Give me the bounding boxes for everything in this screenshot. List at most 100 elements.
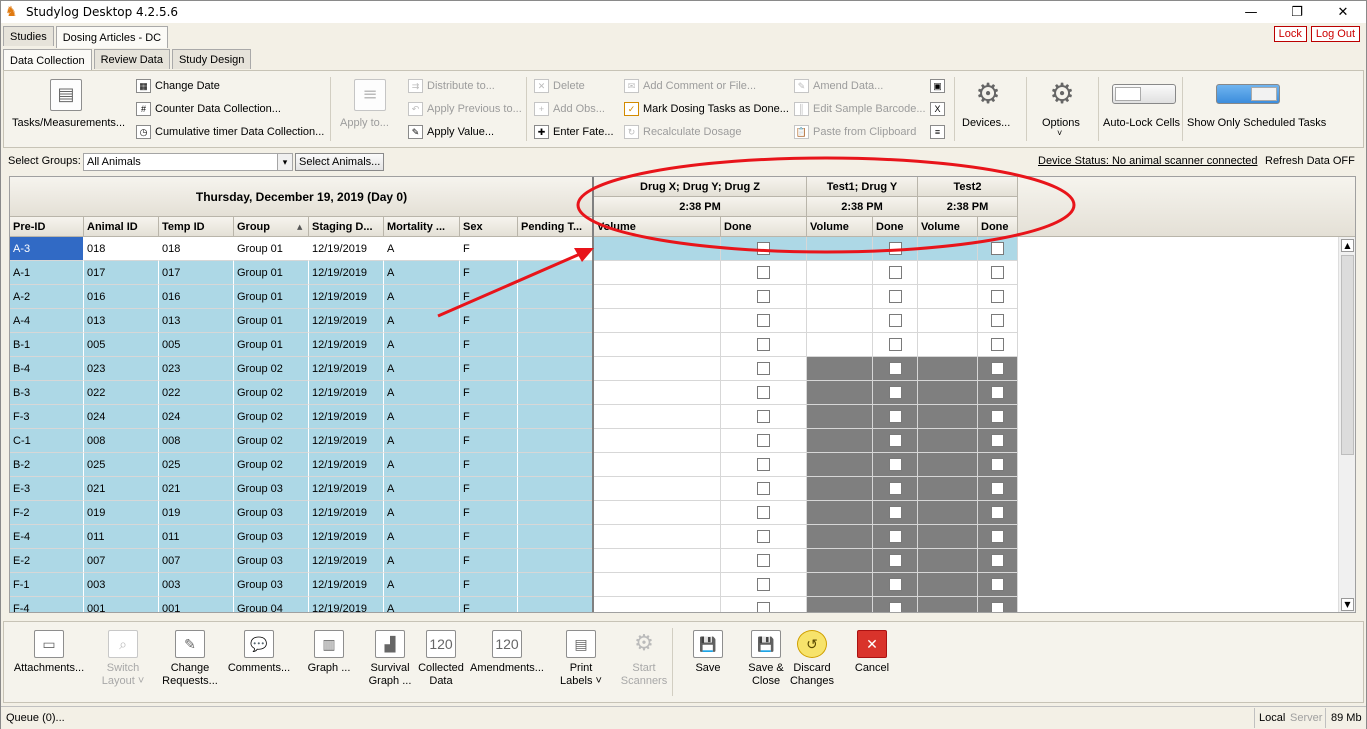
cell-tid[interactable]: 007 <box>159 549 234 573</box>
cell-pre[interactable]: B-4 <box>10 357 84 381</box>
cell-tid[interactable]: 017 <box>159 261 234 285</box>
table-row[interactable]: F-3 024 024 Group 02 12/19/2019 A F <box>10 405 1018 429</box>
done-checkbox[interactable] <box>757 530 770 543</box>
cell-stg[interactable]: 12/19/2019 <box>309 261 384 285</box>
volume-input[interactable] <box>807 405 873 429</box>
volume-input[interactable] <box>918 285 978 309</box>
done-checkbox[interactable] <box>991 242 1004 255</box>
cell-pre[interactable]: A-4 <box>10 309 84 333</box>
volume-input[interactable] <box>594 429 721 453</box>
done-checkbox[interactable] <box>991 530 1004 543</box>
cell-pre[interactable]: B-3 <box>10 381 84 405</box>
volume-column-header[interactable]: Volume <box>807 217 873 237</box>
done-checkbox[interactable] <box>888 242 902 255</box>
cell-pending[interactable] <box>518 333 594 357</box>
change-date-button[interactable]: ▦ Change Date <box>136 79 220 93</box>
recalculate-button[interactable]: ↻ Recalculate Dosage <box>624 125 741 139</box>
done-checkbox[interactable] <box>991 338 1004 351</box>
done-column-header[interactable]: Done <box>978 217 1018 237</box>
cell-sex[interactable]: F <box>460 261 518 285</box>
volume-input[interactable] <box>918 453 978 477</box>
cell-pending[interactable] <box>518 477 594 501</box>
tab-review-data[interactable]: Review Data <box>93 49 170 69</box>
minimize-button[interactable]: — <box>1228 1 1274 23</box>
distribute-button[interactable]: ⇉ Distribute to... <box>408 79 495 93</box>
done-checkbox[interactable] <box>757 410 770 423</box>
volume-input[interactable] <box>807 261 873 285</box>
volume-input[interactable] <box>594 309 721 333</box>
volume-input[interactable] <box>594 381 721 405</box>
cell-mort[interactable]: A <box>384 429 460 453</box>
volume-input[interactable] <box>807 501 873 525</box>
cell-sex[interactable]: F <box>460 237 518 261</box>
cell-pending[interactable] <box>518 261 594 285</box>
cell-mort[interactable]: A <box>384 309 460 333</box>
cell-tid[interactable]: 023 <box>159 357 234 381</box>
done-checkbox[interactable] <box>991 506 1004 519</box>
table-row[interactable]: B-4 023 023 Group 02 12/19/2019 A F <box>10 357 1018 381</box>
tasks-button[interactable]: Tasks/Measurements... <box>12 117 125 129</box>
table-row[interactable]: A-4 013 013 Group 01 12/19/2019 A F <box>10 309 1018 333</box>
cell-grp[interactable]: Group 02 <box>234 357 309 381</box>
xls-icon-button[interactable]: X <box>930 102 949 116</box>
cell-aid[interactable]: 019 <box>84 501 159 525</box>
volume-input[interactable] <box>918 501 978 525</box>
cell-pending[interactable] <box>518 429 594 453</box>
volume-input[interactable] <box>594 453 721 477</box>
save-button[interactable]: 💾 Save <box>684 630 732 675</box>
volume-input[interactable] <box>807 285 873 309</box>
cell-stg[interactable]: 12/19/2019 <box>309 573 384 597</box>
cell-pre[interactable]: A-1 <box>10 261 84 285</box>
cell-stg[interactable]: 12/19/2019 <box>309 525 384 549</box>
cell-mort[interactable]: A <box>384 501 460 525</box>
cell-pending[interactable] <box>518 597 594 612</box>
cell-sex[interactable]: F <box>460 501 518 525</box>
volume-input[interactable] <box>594 549 721 573</box>
add-obs-button[interactable]: + Add Obs... <box>534 102 605 116</box>
cell-grp[interactable]: Group 02 <box>234 429 309 453</box>
done-checkbox[interactable] <box>991 386 1004 399</box>
tab-studies[interactable]: Studies <box>3 26 54 46</box>
done-checkbox[interactable] <box>888 482 902 495</box>
cell-sex[interactable]: F <box>460 357 518 381</box>
cell-grp[interactable]: Group 03 <box>234 501 309 525</box>
counter-button[interactable]: # Counter Data Collection... <box>136 102 281 116</box>
tab-study-design[interactable]: Study Design <box>171 49 252 69</box>
cumulative-button[interactable]: ◷ Cumulative timer Data Collection... <box>136 125 324 139</box>
cell-pre[interactable]: A-2 <box>10 285 84 309</box>
volume-input[interactable] <box>807 381 873 405</box>
column-header-1[interactable]: Animal ID <box>84 217 159 237</box>
done-checkbox[interactable] <box>757 290 770 303</box>
volume-input[interactable] <box>807 357 873 381</box>
table-row[interactable]: A-2 016 016 Group 01 12/19/2019 A F <box>10 285 1018 309</box>
cell-pending[interactable] <box>518 285 594 309</box>
volume-input[interactable] <box>918 381 978 405</box>
done-column-header[interactable]: Done <box>721 217 807 237</box>
vertical-scrollbar[interactable]: ▲ ▼ <box>1338 237 1355 612</box>
volume-input[interactable] <box>807 549 873 573</box>
cell-mort[interactable]: A <box>384 261 460 285</box>
done-checkbox[interactable] <box>757 242 770 255</box>
cell-stg[interactable]: 12/19/2019 <box>309 501 384 525</box>
cell-pre[interactable]: F-3 <box>10 405 84 429</box>
cell-aid[interactable]: 007 <box>84 549 159 573</box>
close-button[interactable]: ✕ <box>1320 1 1366 23</box>
cell-tid[interactable]: 021 <box>159 477 234 501</box>
cell-tid[interactable]: 005 <box>159 333 234 357</box>
cell-pending[interactable] <box>518 381 594 405</box>
volume-input[interactable] <box>594 405 721 429</box>
volume-input[interactable] <box>918 429 978 453</box>
cell-grp[interactable]: Group 03 <box>234 525 309 549</box>
done-column-header[interactable]: Done <box>873 217 918 237</box>
cell-pre[interactable]: C-1 <box>10 429 84 453</box>
cell-pre[interactable]: F-1 <box>10 573 84 597</box>
done-checkbox[interactable] <box>991 554 1004 567</box>
edit-barcode-button[interactable]: ║ Edit Sample Barcode... <box>794 102 926 116</box>
cell-aid[interactable]: 025 <box>84 453 159 477</box>
cell-grp[interactable]: Group 02 <box>234 405 309 429</box>
cell-mort[interactable]: A <box>384 597 460 612</box>
volume-input[interactable] <box>594 237 721 261</box>
cell-tid[interactable]: 016 <box>159 285 234 309</box>
switch-layout-button[interactable]: ⌕ Switch Layout ˅ <box>96 630 150 688</box>
tab-data-collection[interactable]: Data Collection <box>3 49 92 71</box>
